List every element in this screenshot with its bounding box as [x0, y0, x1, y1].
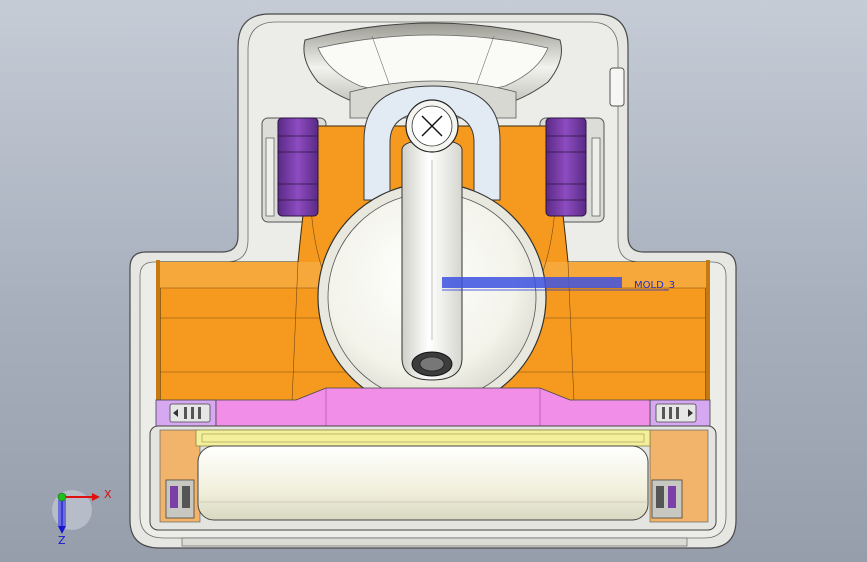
- x-axis-arrow-icon: [92, 493, 100, 501]
- pivot-cap[interactable]: [405, 99, 459, 153]
- right-roller-mechanism: [651, 479, 683, 519]
- y-axis-dot-icon: [57, 492, 67, 502]
- handle-tube[interactable]: [401, 139, 463, 381]
- bottom-lip: [181, 537, 688, 547]
- z-axis-arrow-icon: [58, 526, 66, 534]
- annotation-text: MOLD_3: [634, 280, 675, 291]
- side-clip: [609, 67, 625, 107]
- left-release-tab[interactable]: [169, 403, 211, 423]
- right-release-tab[interactable]: [655, 403, 697, 423]
- z-axis-label: Z: [58, 534, 66, 547]
- roller-bay[interactable]: [149, 425, 717, 531]
- cad-viewport[interactable]: MOLD_3 X Z: [0, 0, 867, 562]
- left-roller-mechanism: [165, 479, 195, 519]
- axis-triad: X Z: [52, 488, 112, 547]
- x-axis-label: X: [104, 488, 112, 501]
- model-canvas[interactable]: MOLD_3 X Z: [0, 0, 867, 562]
